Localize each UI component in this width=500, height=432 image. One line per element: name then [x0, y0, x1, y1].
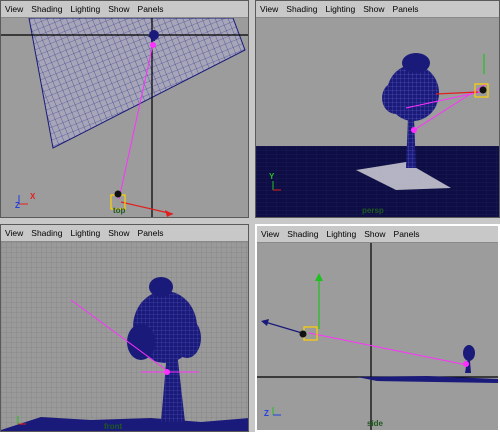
- viewport-menubar: View Shading Lighting Show Panels: [1, 1, 248, 18]
- camera-label-front: front: [104, 422, 123, 431]
- viewport-menubar: View Shading Lighting Show Panels: [257, 226, 498, 243]
- viewport-menubar: View Shading Lighting Show Panels: [256, 1, 499, 18]
- axis-x-label: X: [30, 192, 36, 201]
- camera-label-persp: persp: [362, 206, 384, 215]
- tree-top-view: [149, 30, 159, 40]
- camera-label-side: side: [367, 419, 384, 428]
- menu-view[interactable]: View: [261, 229, 279, 239]
- arrowhead-icon: [165, 210, 173, 217]
- viewport-front[interactable]: View Shading Lighting Show Panels front: [0, 224, 249, 432]
- viewport-persp[interactable]: View Shading Lighting Show Panels Y pers…: [255, 0, 500, 218]
- camera-label-top: top: [113, 206, 126, 215]
- axis-z-handle[interactable]: [264, 321, 303, 334]
- menu-lighting[interactable]: Lighting: [70, 4, 100, 14]
- menu-shading[interactable]: Shading: [286, 4, 317, 14]
- axis-z-label: Z: [15, 201, 20, 210]
- background-grid: [1, 242, 248, 431]
- menu-panels[interactable]: Panels: [393, 4, 419, 14]
- axis-indicator: [18, 195, 28, 205]
- axis-y-label: Y: [269, 172, 275, 181]
- light-target-handle[interactable]: [150, 42, 156, 48]
- menu-lighting[interactable]: Lighting: [325, 4, 355, 14]
- menu-panels[interactable]: Panels: [394, 229, 420, 239]
- menu-show[interactable]: Show: [363, 4, 384, 14]
- light-target-handle[interactable]: [164, 369, 170, 375]
- menu-view[interactable]: View: [260, 4, 278, 14]
- viewport-canvas[interactable]: Z side: [257, 243, 498, 430]
- viewport-side[interactable]: View Shading Lighting Show Panels Z side: [255, 224, 500, 432]
- light-direction-arrow: [120, 201, 174, 215]
- menu-shading[interactable]: Shading: [31, 4, 62, 14]
- viewport-canvas[interactable]: Y persp: [256, 18, 499, 217]
- menu-lighting[interactable]: Lighting: [326, 229, 356, 239]
- menu-view[interactable]: View: [5, 4, 23, 14]
- menu-show[interactable]: Show: [108, 4, 129, 14]
- light-origin-handle[interactable]: [299, 330, 307, 338]
- viewport-menubar: View Shading Lighting Show Panels: [1, 225, 248, 242]
- light-origin-handle[interactable]: [114, 190, 122, 198]
- viewport-canvas[interactable]: front: [1, 242, 248, 431]
- axis-indicator: [272, 407, 281, 416]
- menu-shading[interactable]: Shading: [31, 228, 62, 238]
- arrowhead-icon: [261, 319, 269, 326]
- menu-shading[interactable]: Shading: [287, 229, 318, 239]
- light-target-handle[interactable]: [411, 127, 417, 133]
- axis-z-label: Z: [264, 409, 269, 418]
- light-path: [308, 332, 468, 366]
- menu-view[interactable]: View: [5, 228, 23, 238]
- tree-model: [463, 345, 475, 373]
- viewport-canvas[interactable]: X Z top: [1, 18, 248, 217]
- menu-panels[interactable]: Panels: [138, 228, 164, 238]
- menu-show[interactable]: Show: [364, 229, 385, 239]
- viewport-top[interactable]: View Shading Lighting Show Panels X Z to…: [0, 0, 249, 218]
- arrowhead-icon: [315, 273, 323, 281]
- menu-lighting[interactable]: Lighting: [70, 228, 100, 238]
- menu-panels[interactable]: Panels: [138, 4, 164, 14]
- light-target-handle[interactable]: [463, 361, 469, 367]
- menu-show[interactable]: Show: [108, 228, 129, 238]
- ground-plane-mesh: [28, 18, 246, 149]
- light-origin-handle[interactable]: [479, 86, 487, 94]
